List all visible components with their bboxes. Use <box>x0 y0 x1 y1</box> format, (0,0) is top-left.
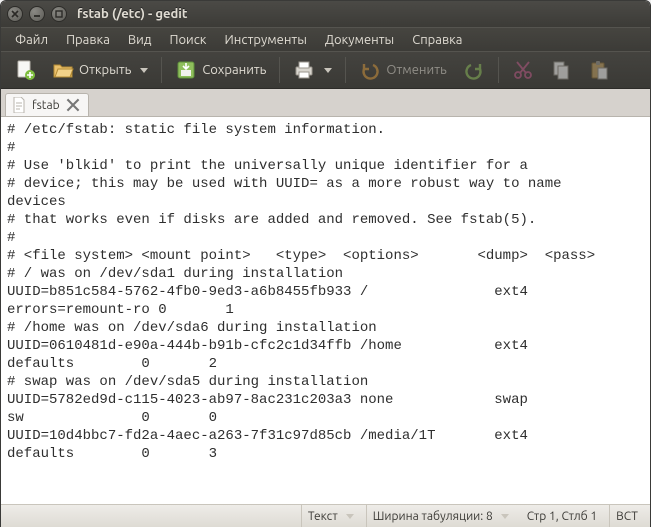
window-title: fstab (/etc) - gedit <box>77 7 188 21</box>
cursor-position-label: Стр 1, Стлб 1 <box>527 510 597 523</box>
tab-width-selector[interactable]: Ширина табуляции: 8 <box>366 505 515 527</box>
open-button-label: Открыть <box>79 63 131 77</box>
window-titlebar: fstab (/etc) - gedit <box>1 1 650 27</box>
chevron-down-icon <box>501 514 509 519</box>
text-editor[interactable]: # /etc/fstab: static file system informa… <box>1 117 650 505</box>
open-button[interactable]: Открыть <box>45 56 155 84</box>
insert-mode-label: ВСТ <box>616 510 638 523</box>
scissors-icon <box>512 59 534 81</box>
cut-button[interactable] <box>505 56 541 84</box>
save-icon <box>175 59 197 81</box>
menu-edit[interactable]: Правка <box>58 30 118 50</box>
chevron-down-icon <box>324 68 332 73</box>
paste-button[interactable] <box>581 56 617 84</box>
undo-icon <box>359 59 381 81</box>
menu-search[interactable]: Поиск <box>161 30 214 50</box>
maximize-icon <box>55 10 63 18</box>
toolbar-separator <box>345 57 346 83</box>
tab-label: fstab <box>32 99 60 112</box>
menu-help[interactable]: Справка <box>404 30 470 50</box>
chevron-down-icon <box>346 514 354 519</box>
new-document-button[interactable] <box>7 56 43 84</box>
toolbar-separator <box>279 57 280 83</box>
cursor-position: Стр 1, Стлб 1 <box>521 505 603 527</box>
save-button[interactable]: Сохранить <box>168 56 273 84</box>
redo-icon <box>463 59 485 81</box>
document-tab[interactable]: fstab <box>5 93 89 116</box>
text-file-icon <box>12 97 26 113</box>
chevron-down-icon <box>140 68 148 73</box>
print-button[interactable] <box>286 56 339 84</box>
window-minimize-button[interactable] <box>29 6 45 22</box>
tab-width-label: Ширина табуляции: 8 <box>373 510 493 523</box>
close-icon <box>66 98 80 112</box>
undo-button[interactable]: Отменить <box>352 56 453 84</box>
insert-mode-indicator[interactable]: ВСТ <box>609 505 644 527</box>
tab-close-button[interactable] <box>66 98 80 112</box>
syntax-mode-selector[interactable]: Текст <box>301 505 360 527</box>
copy-button[interactable] <box>543 56 579 84</box>
toolbar-separator <box>498 57 499 83</box>
close-icon <box>11 10 19 18</box>
window-maximize-button[interactable] <box>51 6 67 22</box>
window-close-button[interactable] <box>7 6 23 22</box>
menu-file[interactable]: Файл <box>7 30 56 50</box>
menu-tools[interactable]: Инструменты <box>216 30 314 50</box>
minimize-icon <box>33 10 41 18</box>
toolbar-separator <box>161 57 162 83</box>
paste-icon <box>588 59 610 81</box>
syntax-mode-label: Текст <box>308 510 338 523</box>
menu-view[interactable]: Вид <box>120 30 160 50</box>
undo-button-label: Отменить <box>386 63 446 77</box>
menu-documents[interactable]: Документы <box>317 30 402 50</box>
new-document-icon <box>14 59 36 81</box>
toolbar: Открыть Сохранить Отменить <box>1 51 650 89</box>
tab-bar: fstab <box>1 89 650 117</box>
copy-icon <box>550 59 572 81</box>
redo-button[interactable] <box>456 56 492 84</box>
folder-open-icon <box>52 59 74 81</box>
status-bar: Текст Ширина табуляции: 8 Стр 1, Стлб 1 … <box>1 505 650 527</box>
save-button-label: Сохранить <box>202 63 266 77</box>
printer-icon <box>293 59 315 81</box>
menubar: Файл Правка Вид Поиск Инструменты Докуме… <box>1 27 650 51</box>
